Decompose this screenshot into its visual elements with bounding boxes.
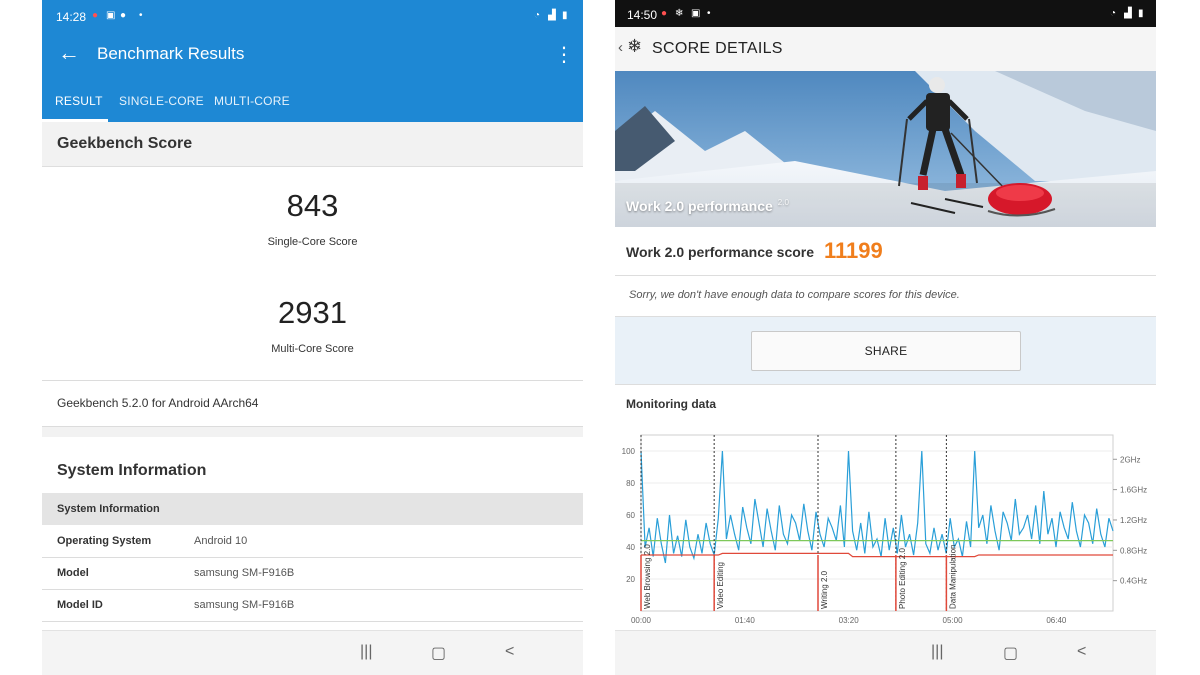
score-row: Work 2.0 performance score 11199	[615, 227, 1156, 276]
recent-apps-icon[interactable]: |||	[931, 643, 943, 661]
nav-bar: ||| ▢ <	[42, 630, 583, 675]
multi-core-label: Multi-Core Score	[271, 343, 354, 355]
single-core-label: Single-Core Score	[267, 236, 358, 248]
x-tick-label: 03:20	[839, 616, 860, 625]
nav-bar: ||| ▢ <	[615, 630, 1156, 675]
row-divider	[42, 589, 583, 590]
x-tick-label: 01:40	[735, 616, 756, 625]
tab-multi-core[interactable]: MULTI-CORE	[214, 94, 290, 108]
y-left-tick-label: 100	[622, 447, 636, 456]
system-info-header: System Information	[42, 493, 583, 525]
y-left-tick-label: 60	[626, 511, 635, 520]
page-title: SCORE DETAILS	[652, 40, 783, 57]
system-info-header-label: System Information	[57, 503, 160, 515]
row-key-model: Model	[57, 567, 89, 579]
back-icon[interactable]: <	[505, 643, 514, 661]
phase-label: Writing 2.0	[820, 570, 829, 609]
status-bar: 14:28 ● ▣ ● • ◔ ▟ ▮	[42, 0, 583, 34]
status-time: 14:28	[56, 10, 87, 24]
dot-icon: •	[139, 10, 143, 21]
share-button[interactable]: SHARE	[751, 331, 1021, 371]
wifi-icon: ◔	[534, 10, 541, 21]
recent-apps-icon[interactable]: |||	[360, 643, 372, 661]
back-icon[interactable]: <	[1077, 643, 1086, 661]
y-right-tick-label: 0.4GHz	[1120, 577, 1147, 586]
app-bar: ← Benchmark Results ⋮ RESULT SINGLE-CORE…	[42, 34, 583, 122]
snowflake-status-icon: ❄	[675, 8, 684, 19]
home-icon[interactable]: ▢	[431, 643, 446, 663]
page-title: Benchmark Results	[97, 44, 245, 63]
tab-single-core[interactable]: SINGLE-CORE	[119, 94, 204, 108]
image-icon: ▣	[106, 10, 116, 21]
monitoring-panel: Monitoring data 20 40 60 80 100 0.4GHz 0.8GHz 1…	[615, 384, 1156, 631]
notification-icon: ●	[92, 10, 99, 21]
phase-label: Photo Editing 2.0	[898, 548, 907, 609]
y-left-tick-label: 80	[626, 479, 635, 488]
hero-caption-text: Work 2.0 performance	[626, 198, 773, 214]
dot-icon: •	[707, 8, 711, 19]
y-left-tick-label: 40	[626, 543, 635, 552]
share-area: SHARE	[615, 317, 1156, 384]
back-arrow-icon[interactable]: ←	[58, 40, 80, 66]
hero-caption: Work 2.0 performance 2.0	[626, 198, 789, 214]
hero-version: 2.0	[777, 198, 789, 208]
row-key-os: Operating System	[57, 535, 152, 547]
y-right-tick-label: 1.6GHz	[1120, 486, 1147, 495]
status-bar: 14:50 ● ❄ ▣ • ◔ ▟ ▮	[615, 0, 1156, 27]
row-key-model-id: Model ID	[57, 599, 103, 611]
section-gap	[42, 426, 583, 437]
pcmark-screen: 14:50 ● ❄ ▣ • ◔ ▟ ▮ ‹ ❄ SCORE DETAILS Wo…	[615, 0, 1156, 675]
compare-note: Sorry, we don't have enough data to comp…	[615, 276, 1156, 317]
row-divider	[42, 621, 583, 622]
wifi-icon: ◔	[1110, 8, 1117, 19]
row-divider	[42, 557, 583, 558]
y-left-tick-label: 20	[626, 575, 635, 584]
plot-area	[640, 434, 1114, 612]
battery-icon: ▮	[562, 10, 568, 21]
score-section-header: Geekbench Score	[42, 122, 583, 167]
status-time: 14:50	[627, 8, 658, 22]
bulb-icon: ●	[120, 10, 127, 21]
multi-core-score: 2931	[278, 295, 347, 330]
system-info-title: System Information	[57, 462, 207, 479]
phase-label: Web Browsing 2.0	[643, 544, 652, 609]
divider	[42, 380, 583, 381]
more-options-icon[interactable]: ⋮	[554, 42, 574, 67]
back-chevron-icon[interactable]: ‹	[618, 39, 623, 56]
tab-result[interactable]: RESULT	[55, 94, 103, 108]
app-bar: ‹ ❄ SCORE DETAILS	[615, 27, 1156, 72]
hero-image: Work 2.0 performance 2.0	[615, 71, 1156, 227]
y-right-tick-label: 1.2GHz	[1120, 516, 1147, 525]
snowflake-logo-icon: ❄	[627, 36, 643, 56]
score-value: 11199	[824, 238, 883, 263]
row-value-os: Android 10	[194, 535, 248, 547]
phase-label: Video Editing	[716, 562, 725, 609]
score-label: Work 2.0 performance score	[626, 244, 815, 260]
monitoring-title: Monitoring data	[626, 397, 716, 411]
battery-icon: ▮	[1138, 8, 1144, 19]
x-tick-label: 00:00	[631, 616, 652, 625]
phase-label: Data Manipulation	[948, 545, 957, 609]
signal-icon: ▟	[1124, 8, 1132, 19]
y-right-tick-label: 0.8GHz	[1120, 546, 1147, 555]
row-value-model-id: samsung SM-F916B	[194, 599, 295, 611]
version-text: Geekbench 5.2.0 for Android AArch64	[57, 396, 259, 410]
image-icon: ▣	[691, 8, 701, 19]
x-tick-label: 05:00	[943, 616, 964, 625]
section-title: Geekbench Score	[57, 135, 193, 152]
home-icon[interactable]: ▢	[1003, 643, 1018, 663]
signal-icon: ▟	[548, 10, 556, 21]
x-tick-label: 06:40	[1046, 616, 1067, 625]
y-right-tick-label: 2GHz	[1120, 455, 1140, 464]
geekbench-screen: 14:28 ● ▣ ● • ◔ ▟ ▮ ← Benchmark Results …	[42, 0, 583, 675]
notification-icon: ●	[661, 8, 668, 19]
compare-note-text: Sorry, we don't have enough data to comp…	[629, 289, 960, 301]
row-value-model: samsung SM-F916B	[194, 567, 295, 579]
monitoring-chart: 20 40 60 80 100 0.4GHz 0.8GHz 1.2GHz 1.6GHz 2GHz 0…	[622, 434, 1147, 625]
single-core-score: 843	[286, 188, 339, 223]
